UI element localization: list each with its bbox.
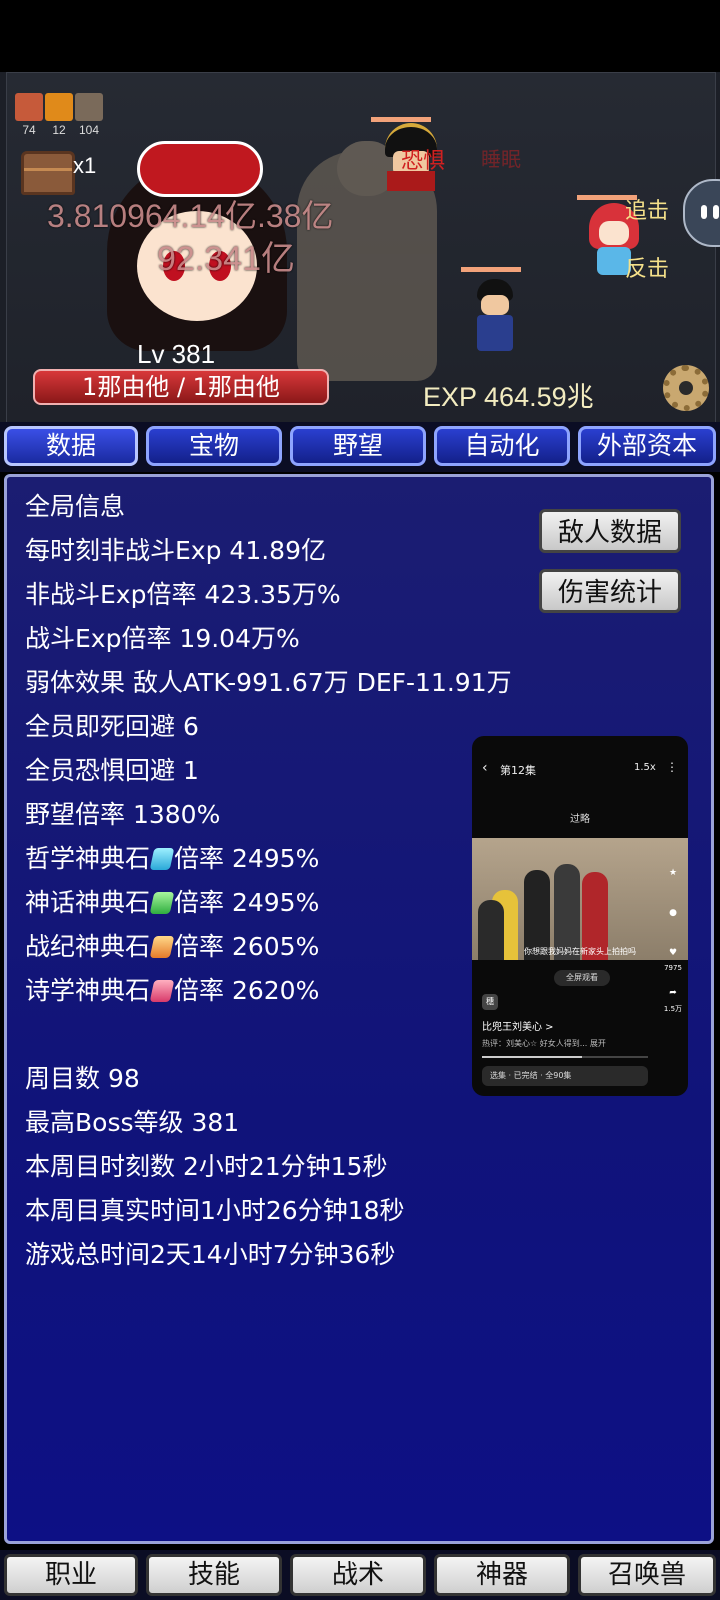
like-count: 7975 <box>664 964 682 972</box>
gem-stat-value: 倍率 2605% <box>174 932 320 961</box>
video-frame <box>472 838 688 960</box>
fire-orb-icon[interactable] <box>45 93 73 121</box>
war-chronicle-gem-icon <box>149 936 175 958</box>
philosophy-gem-icon <box>149 848 175 870</box>
tab-treasure[interactable]: 宝物 <box>146 426 282 466</box>
top-tab-bar: 数据 宝物 野望 自动化 外部资本 <box>0 422 720 472</box>
floating-video-window[interactable]: ‹ 第12集 1.5x ⋮ 过略 你想跟我妈妈在新家头上拍拍吗 ★ ● ♥ 79… <box>472 736 688 1096</box>
share-count: 1.5万 <box>663 1005 683 1013</box>
stat-line: 周目数 98 <box>25 1064 140 1093</box>
status-counter: 反击 <box>625 256 670 281</box>
video-episode: 第12集 <box>500 764 536 777</box>
gear-icon[interactable] <box>663 365 709 411</box>
gem-stat-line: 诗学神典石 倍率 2620% <box>25 971 319 1007</box>
gem-stat-label: 诗学神典石 <box>25 976 151 1005</box>
stat-line: 弱体效果 敌人ATK-991.67万 DEF-11.91万 <box>25 668 512 697</box>
tab-skill[interactable]: 技能 <box>146 1554 282 1596</box>
more-icon[interactable]: ⋮ <box>666 760 678 774</box>
stat-line: 野望倍率 1380% <box>25 800 221 829</box>
battle-scene: 74 12 104 x1 3.810964.14亿.38亿 92.341亿 恐惧… <box>0 72 720 422</box>
share-icon[interactable]: ➦ <box>658 988 688 998</box>
stat-line: 本周目时刻数 2小时21分钟15秒 <box>25 1152 388 1181</box>
gem-stat-label: 战纪神典石 <box>25 932 151 961</box>
tab-job[interactable]: 职业 <box>4 1554 138 1596</box>
status-bar <box>0 0 720 72</box>
tab-automation[interactable]: 自动化 <box>434 426 570 466</box>
fullscreen-button[interactable]: 全屏观看 <box>554 970 610 986</box>
status-pursuit: 追击 <box>625 198 670 223</box>
player-hp-bar: 1那由他 / 1那由他 <box>33 369 329 405</box>
enemy-hp-bar <box>371 117 431 122</box>
status-fear: 恐惧 <box>401 148 446 173</box>
hot-comment: 热评：刘美心☆ 好女人得到... 展开 <box>482 1039 606 1048</box>
skip-label[interactable]: 过略 <box>472 810 688 825</box>
stat-line: 全员恐惧回避 1 <box>25 756 199 785</box>
enemy-fighter[interactable] <box>473 279 517 351</box>
tab-external-capital[interactable]: 外部资本 <box>578 426 716 466</box>
back-arrow-icon[interactable]: ‹ <box>482 760 488 776</box>
gem-stat-line: 神话神典石 倍率 2495% <box>25 883 319 919</box>
chest-multiplier: x1 <box>73 153 97 178</box>
exp-display: EXP 464.59兆 <box>423 382 594 412</box>
comment-icon[interactable]: ● <box>658 908 688 918</box>
gem-stat-label: 哲学神典石 <box>25 844 151 873</box>
episode-selector[interactable]: 选集 · 已完结 · 全90集 <box>482 1066 648 1086</box>
playback-speed[interactable]: 1.5x <box>634 762 656 773</box>
favorite-icon[interactable]: ★ <box>658 868 688 878</box>
tab-summon[interactable]: 召唤兽 <box>578 1554 716 1596</box>
stat-line: 战斗Exp倍率 19.04万% <box>25 624 300 653</box>
resource-count: 104 <box>78 123 100 137</box>
skull-icon[interactable] <box>75 93 103 121</box>
panel-title: 全局信息 <box>25 492 126 521</box>
tab-ambition[interactable]: 野望 <box>290 426 426 466</box>
enemy-data-button[interactable]: 敌人数据 <box>539 509 681 553</box>
resource-count: 12 <box>52 123 66 137</box>
enemy-hp-bar <box>461 267 521 272</box>
heart-icon[interactable]: ♥ <box>658 948 688 958</box>
stat-line: 本周目真实时间1小时26分钟18秒 <box>25 1196 405 1225</box>
player-level: Lv 381 <box>137 339 216 369</box>
myth-gem-icon <box>149 892 175 914</box>
gem-stat-value: 倍率 2620% <box>174 976 320 1005</box>
damage-number: 92.341亿 <box>157 240 295 278</box>
poetry-gem-icon <box>149 980 175 1002</box>
stat-line: 游戏总时间2天14小时7分钟36秒 <box>25 1240 396 1269</box>
demon-face-icon[interactable] <box>15 93 43 121</box>
video-author[interactable]: 比兜王刘美心 > <box>482 1018 554 1033</box>
gem-stat-label: 神话神典石 <box>25 888 151 917</box>
stat-line: 非战斗Exp倍率 423.35万% <box>25 580 341 609</box>
damage-stats-button[interactable]: 伤害统计 <box>539 569 681 613</box>
gem-stat-line: 战纪神典石 倍率 2605% <box>25 927 319 963</box>
gem-stat-line: 哲学神典石 倍率 2495% <box>25 839 319 875</box>
video-progress[interactable] <box>482 1056 648 1058</box>
floating-assistant-icon[interactable] <box>683 179 720 247</box>
treasure-chest-icon[interactable] <box>21 151 75 195</box>
video-subtitle: 你想跟我妈妈在新家头上拍拍吗 <box>524 947 636 956</box>
avatar[interactable]: 穗 <box>482 994 498 1010</box>
stat-line: 全员即死回避 6 <box>25 712 199 741</box>
gem-stat-value: 倍率 2495% <box>174 844 320 873</box>
stat-line: 最高Boss等级 381 <box>25 1108 240 1137</box>
tab-artifact[interactable]: 神器 <box>434 1554 570 1596</box>
resource-count: 74 <box>22 123 36 137</box>
gem-stat-value: 倍率 2495% <box>174 888 320 917</box>
tab-data[interactable]: 数据 <box>4 426 138 466</box>
bottom-tab-bar: 职业 技能 战术 神器 召唤兽 <box>0 1550 720 1600</box>
status-sleep: 睡眠 <box>481 149 521 171</box>
stat-line: 每时刻非战斗Exp 41.89亿 <box>25 536 326 565</box>
tab-tactics[interactable]: 战术 <box>290 1554 426 1596</box>
